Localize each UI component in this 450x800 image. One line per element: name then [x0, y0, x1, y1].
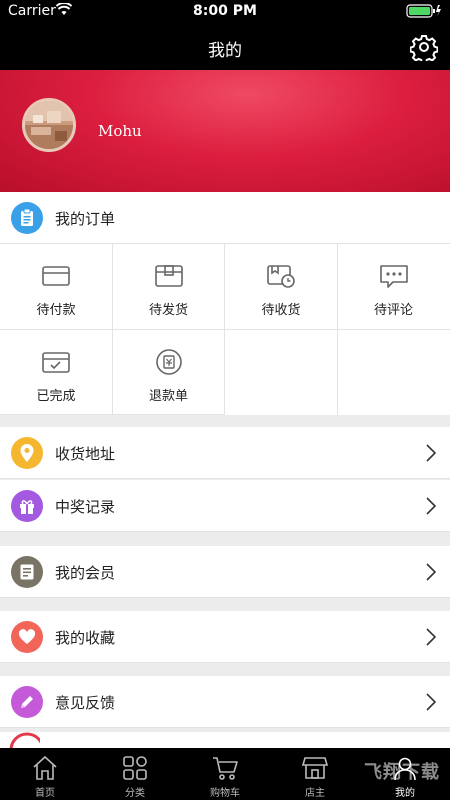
username: Mohu: [98, 122, 142, 140]
page-title: 我的: [208, 41, 242, 61]
refund-label: 退款单: [148, 388, 188, 404]
chevron-right-icon: [426, 628, 437, 646]
gear-icon[interactable]: [409, 33, 439, 64]
status-bar: Carrier 8:00 PM: [0, 0, 450, 24]
profile-banner: Mohu: [0, 70, 450, 192]
pencil-icon: [11, 686, 43, 718]
shipping-address-row[interactable]: 收货地址: [0, 427, 450, 479]
tab-shop[interactable]: 店主: [270, 748, 360, 800]
prize-record-row[interactable]: 中奖记录: [0, 480, 450, 532]
refund-icon: [153, 348, 185, 376]
box-check-icon: [40, 348, 72, 376]
my-orders-row[interactable]: 我的订单: [0, 192, 450, 244]
heart-icon: [11, 621, 43, 653]
pending-review-item[interactable]: 待评论: [337, 244, 450, 330]
pending-receipt-item[interactable]: 待收货: [225, 244, 338, 330]
tab-home-label: 首页: [35, 788, 55, 799]
tab-cart-label: 购物车: [210, 788, 240, 799]
navigation-bar: 我的: [0, 24, 450, 70]
my-membership-row[interactable]: 我的会员: [0, 546, 450, 598]
prize-record-label: 中奖记录: [55, 498, 116, 516]
tab-category-label: 分类: [125, 788, 145, 799]
gift-icon: [11, 490, 43, 522]
chevron-right-icon: [426, 693, 437, 711]
clipboard-icon: [11, 202, 43, 234]
tab-category[interactable]: 分类: [90, 748, 180, 800]
shipping-address-label: 收货地址: [55, 445, 116, 463]
completed-item[interactable]: 已完成: [0, 329, 113, 415]
chevron-right-icon: [426, 444, 437, 462]
card-icon: [40, 262, 72, 290]
pending-receipt-label: 待收货: [261, 303, 301, 318]
empty-cell: [225, 329, 338, 415]
order-status-grid: 待付款 待发货 待收货 待评论 已完成 退款单: [0, 244, 450, 415]
my-favorites-label: 我的收藏: [55, 629, 116, 647]
pending-shipment-item[interactable]: 待发货: [112, 244, 225, 330]
watermark: 飞翔下载: [364, 762, 440, 783]
my-membership-label: 我的会员: [55, 564, 116, 582]
completed-label: 已完成: [36, 388, 76, 404]
battery-icon: [406, 4, 442, 22]
comment-icon: [378, 262, 410, 290]
my-orders-label: 我的订单: [55, 210, 116, 228]
home-icon: [31, 755, 59, 781]
chevron-right-icon: [426, 563, 437, 581]
delivery-clock-icon: [265, 262, 297, 290]
location-icon: [11, 437, 43, 469]
category-icon: [121, 755, 149, 781]
my-favorites-row[interactable]: 我的收藏: [0, 611, 450, 663]
feedback-row[interactable]: 意见反馈: [0, 676, 450, 728]
pending-review-label: 待评论: [373, 303, 413, 318]
refund-item[interactable]: 退款单: [112, 329, 225, 415]
clock: 8:00 PM: [193, 3, 257, 19]
cart-icon: [211, 755, 239, 781]
member-card-icon: [11, 556, 43, 588]
tab-cart[interactable]: 购物车: [180, 748, 270, 800]
pending-shipment-label: 待发货: [148, 303, 188, 318]
pending-payment-item[interactable]: 待付款: [0, 244, 113, 330]
avatar[interactable]: [22, 98, 76, 152]
chevron-right-icon: [426, 497, 437, 515]
next-row-partial: [0, 732, 450, 748]
feedback-label: 意见反馈: [55, 694, 116, 712]
shop-icon: [301, 755, 329, 781]
pending-payment-label: 待付款: [36, 303, 76, 318]
tab-shop-label: 店主: [305, 788, 325, 799]
tab-home[interactable]: 首页: [0, 748, 90, 800]
tab-profile-label: 我的: [395, 788, 415, 799]
box-icon: [153, 262, 185, 290]
